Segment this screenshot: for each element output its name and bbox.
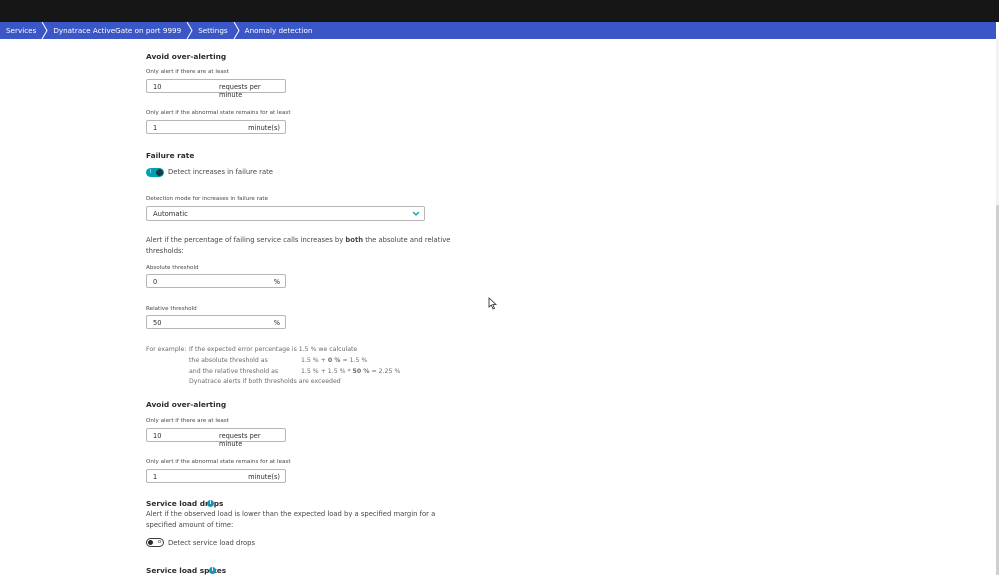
failure-description-line2: thresholds: [146,247,184,255]
min-requests-label: Only alert if there are at least [146,69,229,75]
min-requests-value: 10 [153,83,162,91]
detection-mode-value: Automatic [153,210,188,218]
relative-threshold-input[interactable]: 50 % [146,315,286,329]
detection-mode-select[interactable]: Automatic [146,206,425,221]
breadcrumb-label: Anomaly detection [244,26,313,35]
duration-label: Only alert if the abnormal state remains… [146,110,291,116]
relative-threshold-value: 50 [153,319,162,327]
chevron-down-icon [412,211,420,216]
example-prefix: For example: [146,346,187,353]
breadcrumb-anomaly-detection[interactable]: Anomaly detection [238,22,323,39]
avoid-over-alerting-heading: Avoid over-alerting [146,400,227,409]
example-line2-pre: 1.5 % + [301,357,328,364]
breadcrumb-label: Services [6,26,37,35]
absolute-threshold-input[interactable]: 0 % [146,274,286,288]
detection-mode-label: Detection mode for increases in failure … [146,196,269,202]
duration-label: Only alert if the abnormal state remains… [146,459,291,465]
failure-rate-toggle[interactable]: I [146,168,164,177]
failure-desc-post: the absolute and relative [363,236,451,244]
top-bar [0,0,999,22]
example-line3-bold: 50 % [352,368,370,375]
absolute-threshold-value: 0 [153,278,158,286]
min-requests-unit: requests per minute [219,432,261,448]
absolute-threshold-unit: % [273,278,280,286]
min-requests-label: Only alert if there are at least [146,418,229,424]
load-drops-toggle-label: Detect service load drops [168,539,255,547]
info-icon[interactable]: i [209,567,216,574]
toggle-on-mark: I [150,169,152,175]
failure-rate-toggle-label: Detect increases in failure rate [168,168,273,176]
min-requests-input[interactable]: 10 requests per minute [146,428,286,448]
duration-value: 1 [153,473,158,481]
breadcrumb: Services Dynatrace ActiveGate on port 99… [0,22,996,39]
duration-value: 1 [153,124,158,132]
failure-description: Alert if the percentage of failing servi… [146,236,450,244]
example-line2-label: the absolute threshold as [189,357,268,364]
mouse-cursor-icon [488,297,497,310]
example-line1: If the expected error percentage is 1.5 … [189,346,358,353]
breadcrumb-label: Dynatrace ActiveGate on port 9999 [53,26,182,35]
example-line4: Dynatrace alerts if both thresholds are … [189,378,341,385]
load-drops-desc-line1: Alert if the observed load is lower than… [146,510,436,518]
relative-threshold-unit: % [273,319,280,327]
toggle-knob [156,169,163,176]
avoid-over-alerting-heading: Avoid over-alerting [146,52,227,61]
breadcrumb-settings[interactable]: Settings [191,22,240,39]
failure-desc-pre: Alert if the percentage of failing servi… [146,236,346,244]
example-line3-pre: 1.5 % + 1.5 % * [301,368,353,375]
relative-threshold-label: Relative threshold [146,306,197,312]
duration-unit: minute(s) [248,124,280,132]
min-requests-unit: requests per minute [219,83,261,99]
absolute-threshold-label: Absolute threshold [146,265,199,271]
load-drops-toggle[interactable]: o [146,538,164,547]
example-line3-post: = 2.25 % [369,368,401,375]
failure-rate-heading: Failure rate [146,151,195,160]
example-line2-calc: 1.5 % + 0 % = 1.5 % [301,357,367,364]
min-requests-value: 10 [153,432,162,440]
duration-input[interactable]: 1 minute(s) [146,469,286,483]
duration-unit: minute(s) [248,473,280,481]
example-line3-calc: 1.5 % + 1.5 % * 50 % = 2.25 % [301,368,400,375]
load-drops-desc-line2: specified amount of time: [146,521,234,529]
failure-desc-bold: both [345,236,364,244]
breadcrumb-services[interactable]: Services [0,22,48,39]
toggle-knob [148,540,153,545]
example-line2-post: = 1.5 % [340,357,368,364]
example-line3-label: and the relative threshold as [189,368,279,375]
min-requests-input[interactable]: 10 requests per minute [146,79,286,99]
duration-input[interactable]: 1 minute(s) [146,120,286,134]
breadcrumb-activegate[interactable]: Dynatrace ActiveGate on port 9999 [46,22,193,39]
toggle-off-mark: o [157,539,161,545]
breadcrumb-label: Settings [198,26,228,35]
info-icon[interactable]: i [207,500,214,507]
example-line2-bold: 0 % [327,357,341,364]
